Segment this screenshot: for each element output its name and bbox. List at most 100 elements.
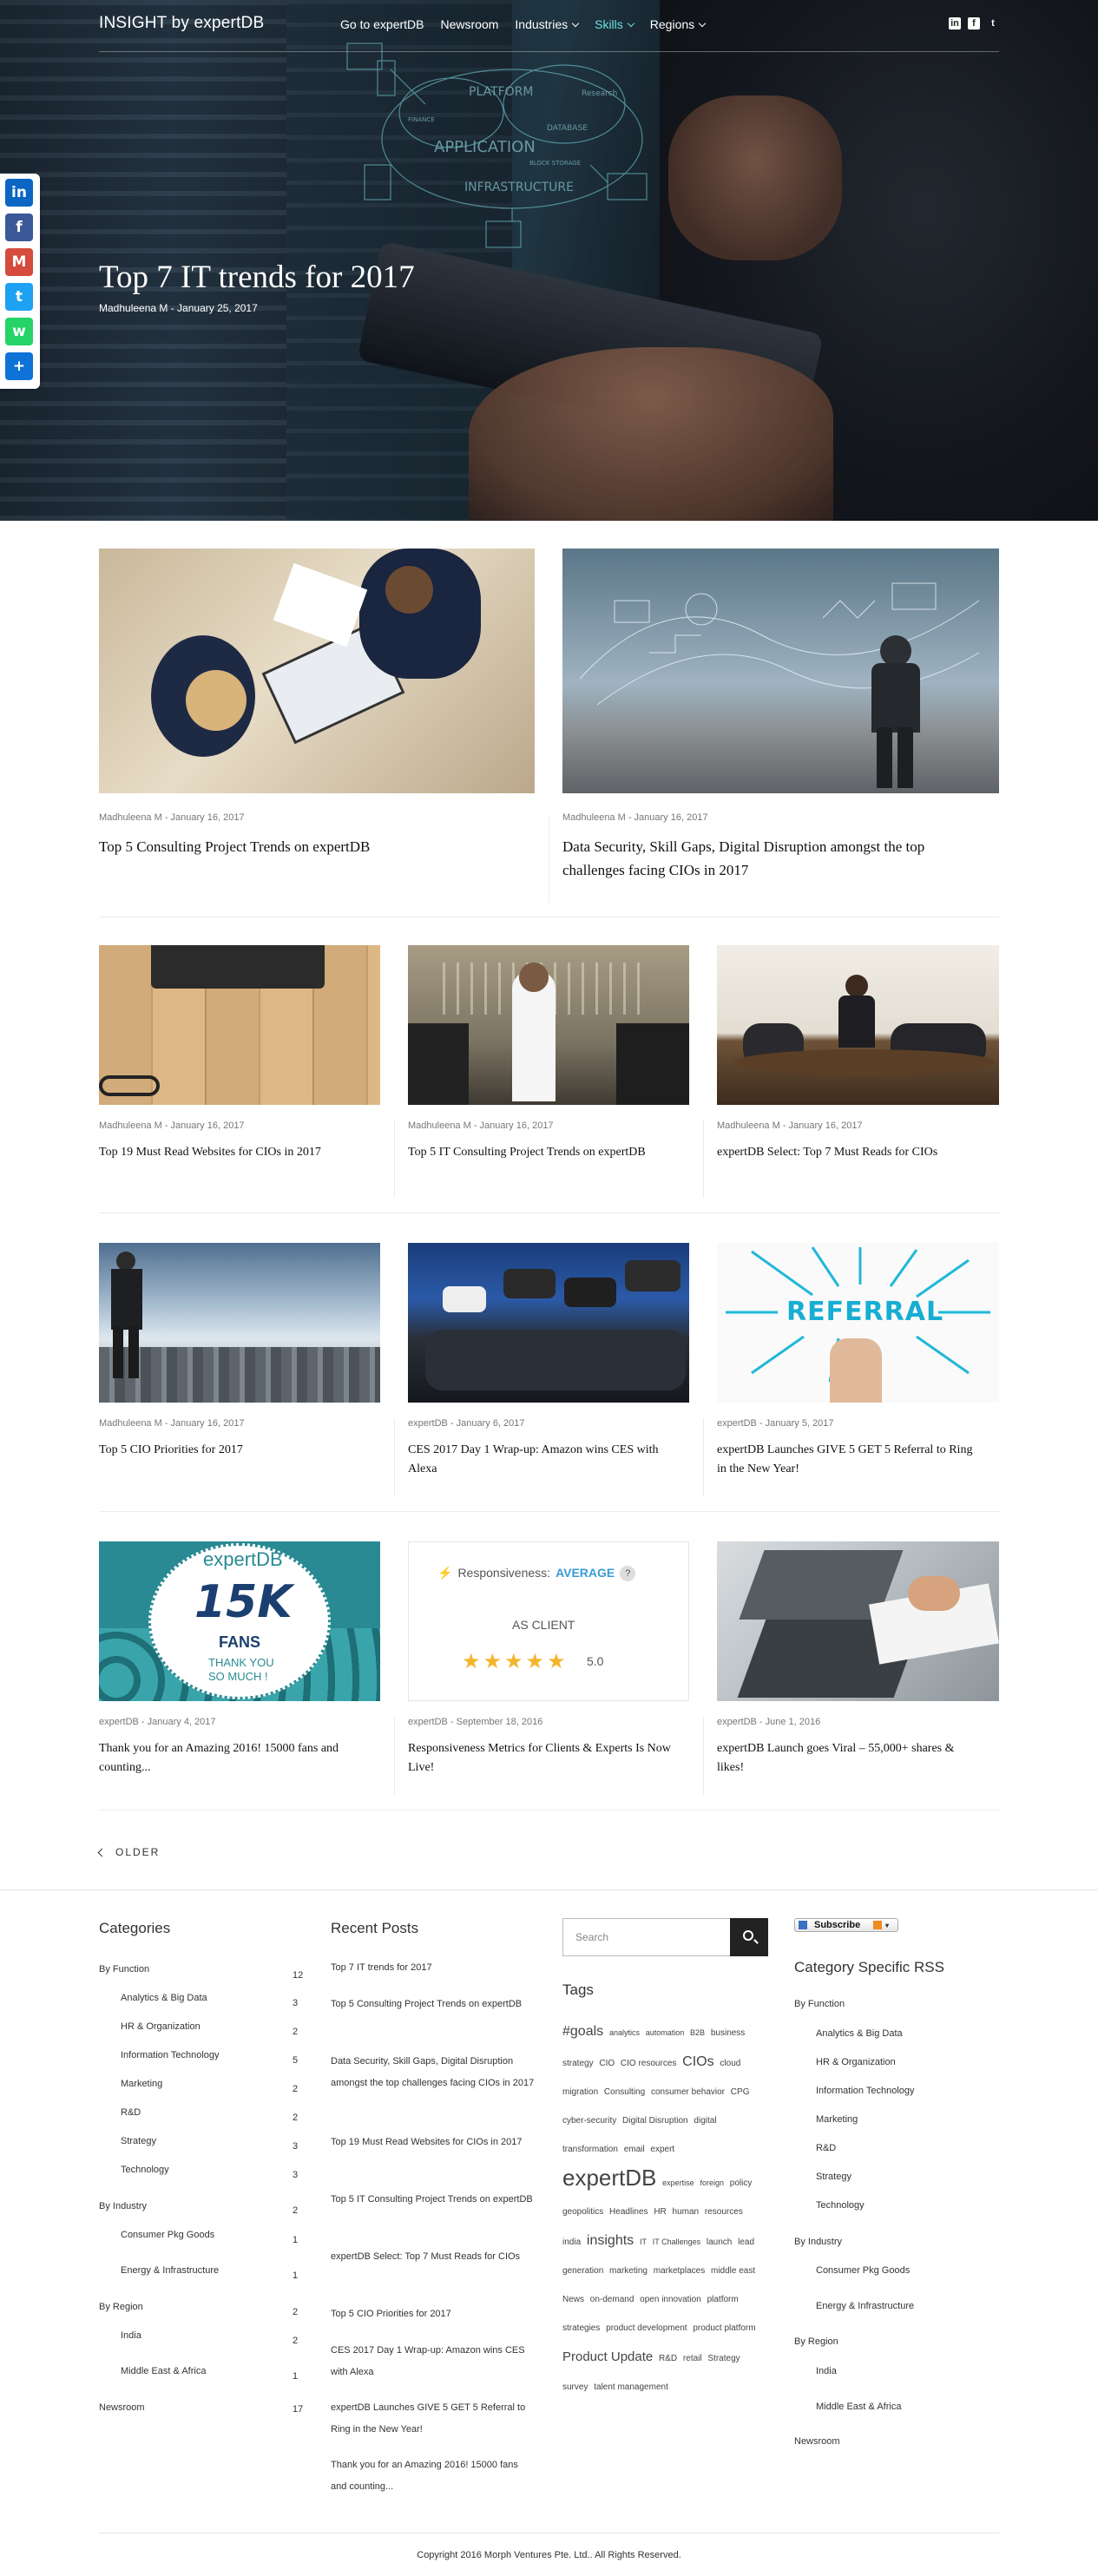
category-link[interactable]: Middle East & Africa xyxy=(121,2366,206,2376)
tag-link[interactable]: open innovation xyxy=(640,2295,701,2304)
category-link[interactable]: By Industry xyxy=(99,2201,147,2211)
post-card[interactable]: Madhuleena M - January 16, 2017 Top 19 M… xyxy=(99,945,380,1195)
tag-link[interactable]: on-demand xyxy=(590,2295,634,2304)
hero-banner[interactable]: PLATFORM APPLICATION INFRASTRUCTURE DATA… xyxy=(0,0,1098,521)
post-thumbnail[interactable] xyxy=(717,1541,999,1701)
tag-link[interactable]: HR xyxy=(654,2207,666,2217)
category-link[interactable]: Analytics & Big Data xyxy=(121,1993,207,2003)
tag-link[interactable]: cloud xyxy=(720,2059,740,2068)
rss-category-link[interactable]: Energy & Infrastructure xyxy=(816,2301,914,2311)
nav-link-0[interactable]: Go to expertDB xyxy=(340,17,424,31)
post-title[interactable]: Top 5 CIO Priorities for 2017 xyxy=(99,1441,363,1460)
facebook-share-icon[interactable]: f xyxy=(5,214,33,241)
category-link[interactable]: Information Technology xyxy=(121,2050,220,2060)
tag-link[interactable]: product platform xyxy=(693,2323,755,2333)
category-link[interactable]: HR & Organization xyxy=(121,2021,201,2032)
post-title[interactable]: Responsiveness Metrics for Clients & Exp… xyxy=(408,1739,672,1778)
rss-category-link[interactable]: Marketing xyxy=(816,2114,858,2125)
tag-link[interactable]: Digital Disruption xyxy=(622,2116,688,2126)
tag-link[interactable]: R&D xyxy=(659,2354,677,2363)
post-card[interactable]: Madhuleena M - January 16, 2017 Top 5 IT… xyxy=(408,945,689,1195)
post-card[interactable]: Madhuleena M - January 16, 2017 Data Sec… xyxy=(562,549,999,887)
tag-link[interactable]: india xyxy=(562,2238,581,2247)
tag-link[interactable]: expertise xyxy=(662,2178,694,2187)
tag-link[interactable]: automation xyxy=(646,2028,685,2037)
tag-link[interactable]: B2B xyxy=(690,2028,705,2037)
category-link[interactable]: R&D xyxy=(121,2107,141,2118)
category-link[interactable]: Marketing xyxy=(121,2079,162,2089)
recent-post-link[interactable]: expertDB Select: Top 7 Must Reads for CI… xyxy=(331,2246,535,2268)
twitter-share-icon[interactable]: t xyxy=(5,283,33,311)
tag-link[interactable]: migration xyxy=(562,2087,598,2097)
tag-link[interactable]: Product Update xyxy=(562,2349,653,2364)
rss-category-link[interactable]: By Function xyxy=(794,1999,845,2009)
rss-category-link[interactable]: Strategy xyxy=(816,2172,851,2182)
post-title[interactable]: expertDB Launches GIVE 5 GET 5 Referral … xyxy=(717,1441,982,1480)
post-thumbnail[interactable]: expertDB 15K FANS THANK YOU SO MUCH ! xyxy=(99,1541,380,1701)
recent-post-link[interactable]: CES 2017 Day 1 Wrap-up: Amazon wins CES … xyxy=(331,2340,535,2383)
tag-link[interactable]: analytics xyxy=(609,2028,640,2037)
recent-post-link[interactable]: expertDB Launches GIVE 5 GET 5 Referral … xyxy=(331,2397,535,2441)
post-card[interactable]: Madhuleena M - January 16, 2017 expertDB… xyxy=(717,945,999,1195)
rss-category-link[interactable]: Information Technology xyxy=(816,2086,915,2096)
category-link[interactable]: Newsroom xyxy=(99,2402,145,2413)
tag-link[interactable]: retail xyxy=(683,2354,702,2363)
post-title[interactable]: Data Security, Skill Gaps, Digital Disru… xyxy=(562,835,982,882)
tag-link[interactable]: resources xyxy=(705,2207,743,2217)
tag-link[interactable]: transformation xyxy=(562,2145,618,2154)
post-title[interactable]: CES 2017 Day 1 Wrap-up: Amazon wins CES … xyxy=(408,1441,672,1480)
tag-link[interactable]: Strategy xyxy=(707,2354,740,2363)
tag-link[interactable]: CPG xyxy=(731,2087,750,2097)
nav-link-2[interactable]: Industries xyxy=(515,17,580,31)
rss-category-link[interactable]: Middle East & Africa xyxy=(816,2402,901,2412)
post-thumbnail[interactable] xyxy=(99,945,380,1105)
tag-link[interactable]: cyber-security xyxy=(562,2116,616,2126)
post-card[interactable]: Madhuleena M - January 16, 2017 Top 5 CI… xyxy=(99,1243,380,1493)
tag-link[interactable]: policy xyxy=(730,2178,753,2188)
tag-link[interactable]: expertDB xyxy=(562,2165,656,2191)
nav-link-4[interactable]: Regions xyxy=(650,17,707,31)
tag-link[interactable]: business xyxy=(711,2028,745,2038)
post-title[interactable]: Thank you for an Amazing 2016! 15000 fan… xyxy=(99,1739,363,1778)
tag-link[interactable]: digital xyxy=(694,2116,716,2126)
tag-link[interactable]: middle east xyxy=(711,2266,755,2276)
linkedin-share-icon[interactable]: in xyxy=(5,179,33,207)
tag-link[interactable]: survey xyxy=(562,2382,588,2392)
tag-link[interactable]: marketplaces xyxy=(654,2266,705,2276)
post-card[interactable]: expertDB - January 6, 2017 CES 2017 Day … xyxy=(408,1243,689,1493)
nav-link-3[interactable]: Skills xyxy=(595,17,635,31)
tag-link[interactable]: human xyxy=(673,2207,700,2217)
post-title[interactable]: Top 19 Must Read Websites for CIOs in 20… xyxy=(99,1143,363,1162)
tag-link[interactable]: foreign xyxy=(700,2178,724,2187)
recent-post-link[interactable]: Data Security, Skill Gaps, Digital Disru… xyxy=(331,2051,535,2094)
tag-link[interactable]: Consulting xyxy=(604,2087,645,2097)
post-thumbnail[interactable] xyxy=(408,1243,689,1403)
tag-link[interactable]: email xyxy=(624,2145,645,2154)
recent-post-link[interactable]: Top 5 IT Consulting Project Trends on ex… xyxy=(331,2189,535,2211)
post-card[interactable]: REFERRAL expertDB - January 5, 2017 expe… xyxy=(717,1243,999,1493)
rss-category-link[interactable]: By Industry xyxy=(794,2237,842,2247)
rss-category-link[interactable]: Technology xyxy=(816,2200,865,2211)
post-card[interactable]: ⚡ Responsiveness: AVERAGE ? AS CLIENT ★★… xyxy=(408,1541,689,1791)
rss-category-link[interactable]: HR & Organization xyxy=(816,2057,896,2067)
whatsapp-share-icon[interactable]: w xyxy=(5,318,33,345)
gmail-share-icon[interactable]: M xyxy=(5,248,33,276)
post-thumbnail[interactable]: REFERRAL xyxy=(717,1243,999,1403)
category-link[interactable]: Consumer Pkg Goods xyxy=(121,2230,214,2240)
rss-category-link[interactable]: By Region xyxy=(794,2336,838,2347)
post-thumbnail[interactable] xyxy=(408,945,689,1105)
tag-link[interactable]: geopolitics xyxy=(562,2207,603,2217)
post-title[interactable]: Top 5 Consulting Project Trends on exper… xyxy=(99,835,517,858)
post-thumbnail[interactable]: ⚡ Responsiveness: AVERAGE ? AS CLIENT ★★… xyxy=(408,1541,689,1701)
tag-link[interactable]: News xyxy=(562,2295,584,2304)
category-link[interactable]: By Region xyxy=(99,2302,143,2312)
search-button[interactable] xyxy=(730,1918,768,1956)
twitter-icon[interactable]: t xyxy=(987,17,999,30)
category-link[interactable]: Technology xyxy=(121,2165,169,2175)
post-card[interactable]: Madhuleena M - January 16, 2017 Top 5 Co… xyxy=(99,549,535,887)
rss-category-link[interactable]: R&D xyxy=(816,2143,836,2153)
linkedin-icon[interactable]: in xyxy=(949,17,961,30)
tag-link[interactable]: CIOs xyxy=(682,2054,713,2069)
rss-category-link[interactable]: Newsroom xyxy=(794,2436,840,2447)
add-share-icon[interactable]: + xyxy=(5,352,33,380)
